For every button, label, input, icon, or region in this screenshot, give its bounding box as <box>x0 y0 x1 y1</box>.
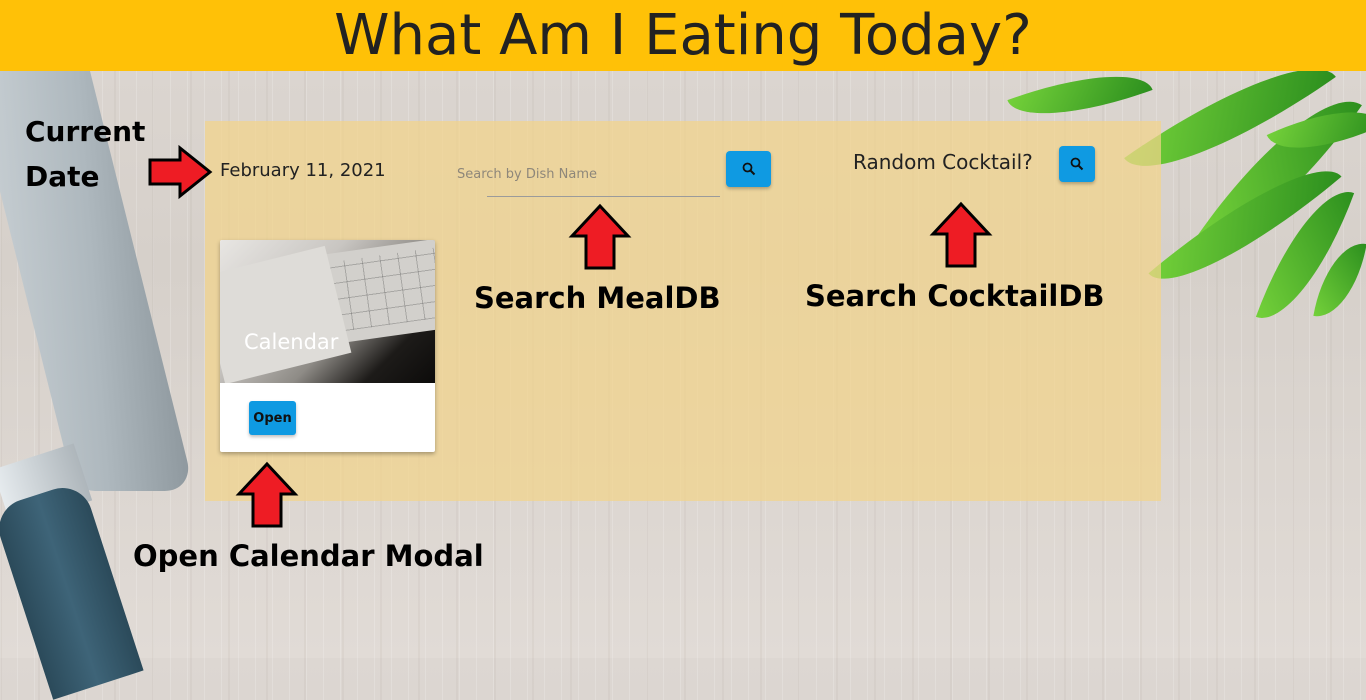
annotation-current-date: Current Date <box>25 109 145 199</box>
random-cocktail-label: Random Cocktail? <box>853 150 1033 174</box>
annotation-search-cocktaildb: Search CocktailDB <box>805 279 1105 313</box>
search-underline <box>487 196 720 197</box>
open-calendar-button[interactable]: Open <box>249 401 296 435</box>
red-arrow-icon <box>235 461 299 528</box>
calendar-card: Calendar Open <box>220 240 435 452</box>
annotation-current-date-line-1: Current <box>25 115 146 148</box>
meal-search-field <box>457 160 720 197</box>
app-title: What Am I Eating Today? <box>334 3 1032 68</box>
red-arrow-icon <box>568 203 632 270</box>
current-date: February 11, 2021 <box>220 160 386 181</box>
red-arrow-icon <box>929 201 993 268</box>
meal-search-button[interactable] <box>726 151 771 187</box>
red-arrow-icon <box>148 144 213 200</box>
app-header: What Am I Eating Today? <box>0 0 1366 71</box>
annotation-search-mealdb: Search MealDB <box>474 281 721 315</box>
calendar-card-title: Calendar <box>244 330 339 354</box>
annotation-current-date-line-2: Date <box>25 160 100 193</box>
random-cocktail-button[interactable] <box>1059 146 1095 182</box>
search-icon <box>742 162 755 176</box>
search-icon <box>1070 157 1084 171</box>
knife-handle-decoration <box>0 480 144 700</box>
meal-search-input[interactable] <box>457 160 719 188</box>
annotation-open-calendar-modal: Open Calendar Modal <box>133 539 484 573</box>
calendar-card-image: Calendar <box>220 240 435 383</box>
